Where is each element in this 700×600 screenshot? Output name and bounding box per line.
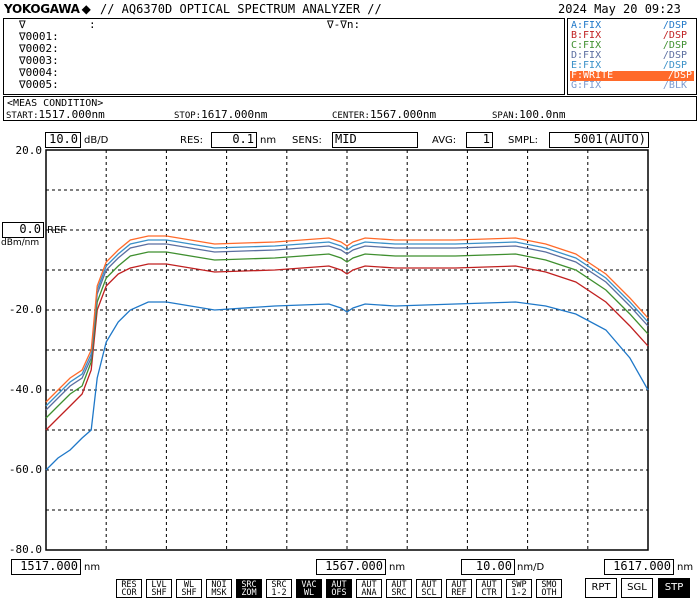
softkey-line2: WL [303,588,315,598]
softkey-line2: SHF [151,588,167,598]
softkey-line2: ZOM [241,588,257,598]
span-per-div-box[interactable]: 10.00 [461,559,515,575]
softkey-src-zom[interactable]: SRC ZOM [236,579,262,598]
softkey-aut-ofs[interactable]: AUT OFS [326,579,352,598]
softkey-line2: REF [451,588,467,598]
center-wavelength-box[interactable]: 1567.000 [316,559,386,575]
softkey-aut-ana[interactable]: AUT ANA [356,579,382,598]
softkey-lvl-shf[interactable]: LVL SHF [146,579,172,598]
softkey-smo-oth[interactable]: SMO OTH [536,579,562,598]
single-button[interactable]: SGL [621,578,653,598]
softkey-src-1-2[interactable]: SRC 1-2 [266,579,292,598]
softkey-noi-msk[interactable]: NOI MSK [206,579,232,598]
stop-button[interactable]: STP [658,578,690,598]
softkey-line2: OTH [541,588,557,598]
softkey-line2: MSK [211,588,227,598]
center-wavelength-unit: nm [389,562,406,573]
span-per-div-unit: nm/D [517,562,545,573]
softkey-line2: 1-2 [271,588,287,598]
softkey-res-cor[interactable]: RES COR [116,579,142,598]
softkey-aut-scl[interactable]: AUT SCL [416,579,442,598]
softkey-line2: ANA [361,588,377,598]
softkey-line2: SRC [391,588,407,598]
softkey-line2: SHF [181,588,197,598]
softkey-aut-ref[interactable]: AUT REF [446,579,472,598]
spectrum-chart[interactable] [0,0,700,600]
stop-wavelength-box[interactable]: 1617.000 [604,559,674,575]
softkey-line2: SCL [421,588,437,598]
softkey-vac-wl[interactable]: VAC WL [296,579,322,598]
softkey-line2: 1-2 [511,588,527,598]
stop-wavelength-unit: nm [677,562,694,573]
softkey-swp-1-2[interactable]: SWP 1-2 [506,579,532,598]
repeat-button[interactable]: RPT [585,578,617,598]
softkey-aut-src[interactable]: AUT SRC [386,579,412,598]
softkey-line2: COR [121,588,137,598]
start-wavelength-unit: nm [84,562,101,573]
softkey-line2: CTR [481,588,497,598]
softkey-aut-ctr[interactable]: AUT CTR [476,579,502,598]
softkey-line2: OFS [331,588,347,598]
start-wavelength-box[interactable]: 1517.000 [11,559,81,575]
softkey-wl-shf[interactable]: WL SHF [176,579,202,598]
